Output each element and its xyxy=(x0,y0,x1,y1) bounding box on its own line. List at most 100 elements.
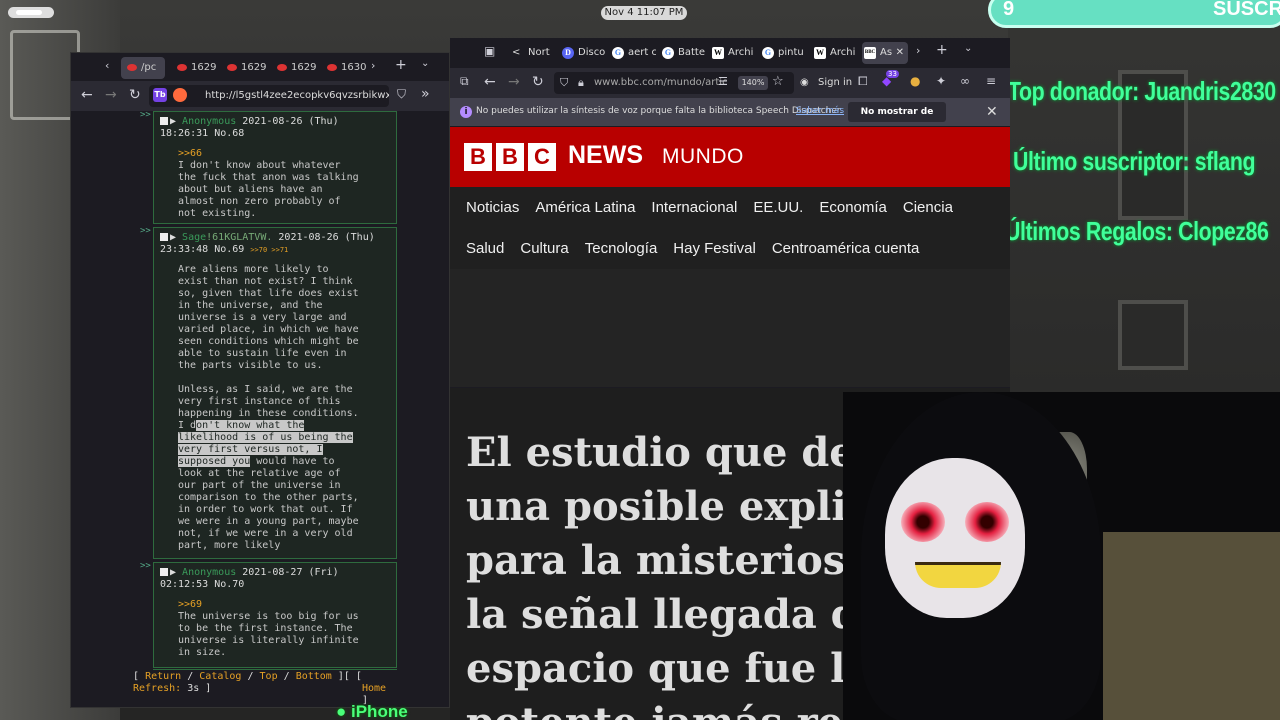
reload-icon[interactable]: ↻ xyxy=(129,87,141,103)
tab-list-chevron-down-icon[interactable]: ⌄ xyxy=(964,43,972,54)
dont-show-again-button[interactable]: No mostrar de nuevo xyxy=(848,102,946,137)
thread-post: >> ▶ Sage!61KGLATVW. 2021-08-26 (Thu) 23:… xyxy=(140,226,397,559)
activities-indicator[interactable] xyxy=(8,7,54,18)
quote-link[interactable]: >>69 xyxy=(178,599,202,610)
bbc-logo[interactable]: BBC xyxy=(464,143,560,171)
firefox-tab-label: Archi xyxy=(830,47,856,58)
close-tab-icon[interactable]: ✕ xyxy=(896,42,904,64)
nav-row: Noticias América Latina Internacional EE.UU… xyxy=(466,199,969,216)
post-checkbox[interactable] xyxy=(160,233,168,241)
bookmark-star-icon[interactable]: ☆ xyxy=(772,74,784,89)
firefox-tab[interactable]: W Archi xyxy=(710,42,756,64)
post-number[interactable]: No.70 xyxy=(214,579,244,590)
post-body: >>66 I don't know about whatever the fuck… xyxy=(160,148,390,220)
nav-item-salud[interactable]: Salud xyxy=(466,240,504,257)
firefox-tab-strip: ▣ Nort < D Disco Gaert c G Batte W Archi Gpi… xyxy=(450,38,1010,68)
post-checkbox[interactable] xyxy=(160,568,168,576)
post-checkbox[interactable] xyxy=(160,117,168,125)
system-clock[interactable]: Nov 4 11:07 PM xyxy=(601,6,687,20)
tor-shield-icon[interactable] xyxy=(173,88,187,102)
firefox-tab[interactable]: W Archi xyxy=(812,42,858,64)
nav-item-eeuu[interactable]: EE.UU. xyxy=(753,199,803,216)
bbc-news-wordmark[interactable]: NEWS xyxy=(568,141,643,170)
tor-tab[interactable]: 1629 xyxy=(271,57,317,79)
nav-item-internacional[interactable]: Internacional xyxy=(651,199,737,216)
nav-item-cultura[interactable]: Cultura xyxy=(520,240,568,257)
return-link[interactable]: Return xyxy=(145,671,181,682)
tor-browser-window: ‹ /pc 1629 1629 1629 1630 › + ⌄ ← → ↻ ht… xyxy=(70,52,450,708)
post-arrow: >> xyxy=(140,111,151,120)
top-donor-text: Top donador: Juandris2830 xyxy=(1008,76,1276,106)
nav-item-hay-festival[interactable]: Hay Festival xyxy=(673,240,756,257)
tracking-shield-icon[interactable]: ⛉ xyxy=(560,76,568,90)
firefox-tab[interactable]: Nort < xyxy=(510,42,554,64)
post-body: Are aliens more likely to exist than not… xyxy=(160,264,390,552)
nav-item-america-latina[interactable]: América Latina xyxy=(535,199,635,216)
onion-site-icon[interactable]: Tb xyxy=(153,88,167,102)
bottom-link[interactable]: Bottom xyxy=(296,671,332,682)
back-icon[interactable]: ← xyxy=(81,87,93,103)
firefox-tab-label: As xyxy=(880,47,893,58)
tor-tab[interactable]: /pc xyxy=(121,57,165,79)
new-tab-icon[interactable]: + xyxy=(936,42,948,58)
puzzle-icon[interactable]: ✦ xyxy=(936,74,946,88)
post-time: 02:12:53 xyxy=(160,579,209,590)
google-icon: G xyxy=(612,47,624,59)
back-icon[interactable]: ← xyxy=(484,74,496,90)
nav-item-economia[interactable]: Economía xyxy=(819,199,887,216)
footer-separator: / xyxy=(283,671,290,682)
quote-link[interactable]: >>66 xyxy=(178,148,202,159)
nav-item-tecnologia[interactable]: Tecnología xyxy=(585,240,658,257)
nav-item-centroamerica-cuenta[interactable]: Centroamérica cuenta xyxy=(772,240,920,257)
bbc-header: BBC NEWS MUNDO xyxy=(450,127,1010,187)
close-icon[interactable]: ✕ xyxy=(986,104,998,120)
tab-scroll-right-icon[interactable]: › xyxy=(916,44,920,57)
reload-icon[interactable]: ↻ xyxy=(532,74,544,90)
reader-view-icon[interactable]: ☰ xyxy=(718,75,728,88)
tor-tab[interactable]: 1630 xyxy=(321,57,367,79)
last-gifts-text: Últimos Regalos: Clopez86 xyxy=(1005,216,1269,246)
addon-icon[interactable]: ● xyxy=(910,74,920,88)
top-link[interactable]: Top xyxy=(260,671,278,682)
post-number[interactable]: No.69 xyxy=(214,244,244,255)
webcam-source-label: ● iPhone xyxy=(336,702,408,720)
footer-bracket: [ xyxy=(133,671,140,682)
nav-item-noticias[interactable]: Noticias xyxy=(466,199,519,216)
firefox-tab-active[interactable]: BBC As ✕ xyxy=(862,42,908,64)
post-backlinks[interactable]: >>70 >>71 xyxy=(250,246,288,254)
forward-icon[interactable]: → xyxy=(508,74,520,90)
tab-scroll-right-icon[interactable]: › xyxy=(371,59,375,72)
profile-icon[interactable]: ∞ xyxy=(960,74,970,88)
post-number[interactable]: No.68 xyxy=(214,128,244,139)
tab-scroll-left-icon[interactable]: ‹ xyxy=(105,59,109,72)
tab-favicon-icon xyxy=(227,64,237,71)
firefox-tab[interactable]: Gaert c xyxy=(610,42,656,64)
learn-more-link[interactable]: Saber más xyxy=(796,106,844,116)
tab-list-chevron-down-icon[interactable]: ⌄ xyxy=(421,58,429,69)
security-shield-icon[interactable]: ⛉ xyxy=(397,87,406,102)
refresh-value[interactable]: 3s ] xyxy=(187,683,211,694)
hamburger-menu-icon[interactable]: ≡ xyxy=(986,74,996,88)
extensions-icon[interactable]: ⧠ xyxy=(858,74,868,89)
firefox-tab[interactable]: D Disco xyxy=(560,42,606,64)
home-link[interactable]: Home xyxy=(362,683,386,695)
tor-tab[interactable]: 1629 xyxy=(171,57,217,79)
tor-tab[interactable]: 1629 xyxy=(221,57,267,79)
firefox-tab[interactable]: G Batte xyxy=(660,42,706,64)
bbc-logo-block: B xyxy=(464,143,492,171)
discord-icon: D xyxy=(562,47,574,59)
forward-icon[interactable]: → xyxy=(105,87,117,103)
overflow-chevron-icon[interactable]: » xyxy=(421,86,430,102)
imageboard-thread: >> ▶ Anonymous 2021-08-26 (Thu) 18:26:31 … xyxy=(71,111,449,707)
bbc-mundo-wordmark[interactable]: MUNDO xyxy=(662,145,744,169)
new-tab-icon[interactable]: + xyxy=(395,57,407,73)
firefox-tab[interactable]: Gpintu xyxy=(760,42,806,64)
zoom-level[interactable]: 140% xyxy=(738,76,768,90)
sign-in-button[interactable]: ◉ Sign in xyxy=(800,74,852,92)
sidebar-icon[interactable]: ⧉ xyxy=(460,74,469,89)
nav-item-ciencia[interactable]: Ciencia xyxy=(903,199,953,216)
firefox-toolbar: ⧉ ← → ↻ www.bbc.com/mundo/artic ⛉ 🔒︎ ☰ 1… xyxy=(450,68,1010,98)
catalog-link[interactable]: Catalog xyxy=(199,671,241,682)
lock-icon[interactable]: 🔒︎ xyxy=(578,76,584,90)
tab-overview-icon[interactable]: ▣ xyxy=(484,44,495,58)
